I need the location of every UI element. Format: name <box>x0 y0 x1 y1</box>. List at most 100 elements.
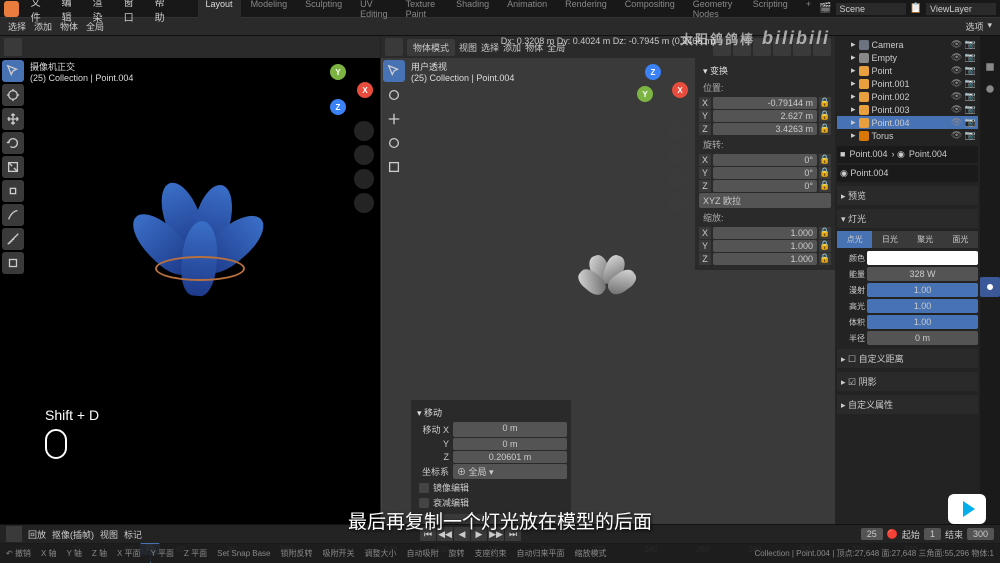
sub-object[interactable]: 物体 <box>60 20 78 33</box>
tab-scripting[interactable]: Scripting <box>745 0 796 21</box>
outliner-item-point002[interactable]: ▸Point.002👁 📷 <box>837 90 978 103</box>
tab-scene-icon[interactable] <box>980 123 1000 143</box>
tool-select-box[interactable] <box>383 60 405 82</box>
tab-physics-icon[interactable] <box>980 233 1000 253</box>
section-custom-dist[interactable]: ▸ ☐ 自定义距离 <box>837 349 978 368</box>
tab-modeling[interactable]: Modeling <box>243 0 296 21</box>
tab-rendering[interactable]: Rendering <box>557 0 615 21</box>
scale-z-field[interactable]: 1.000 <box>713 253 817 265</box>
tool-addcube[interactable] <box>383 252 405 274</box>
move-z-field[interactable]: 0.20601 m <box>453 451 567 463</box>
tool-addcube[interactable] <box>2 252 24 274</box>
outliner-item-torus[interactable]: ▸Torus👁 📷 <box>837 129 978 142</box>
light-type-spot[interactable]: 聚光 <box>908 231 943 248</box>
nav-gizmo-left[interactable]: Y X Z <box>322 64 372 114</box>
scale-x-field[interactable]: 1.000 <box>713 227 817 239</box>
tool-cursor[interactable] <box>383 84 405 106</box>
viewport-left[interactable]: 摄像机正交 (25) Collection | Point.004 Y X Z <box>0 36 380 524</box>
rot-x-field[interactable]: 0° <box>713 154 817 166</box>
tool-transform[interactable] <box>383 180 405 202</box>
persp-ortho-icon[interactable] <box>354 193 374 213</box>
transform-header[interactable]: ▾ 变换 <box>699 62 831 79</box>
loc-x-field[interactable]: -0.79144 m <box>713 97 817 109</box>
menu-help[interactable]: 帮助 <box>149 0 178 26</box>
outliner-item-point003[interactable]: ▸Point.003👁 📷 <box>837 103 978 116</box>
scene-name-input[interactable] <box>836 3 906 15</box>
tab-output-icon[interactable] <box>980 79 1000 99</box>
editor-type-icon[interactable] <box>4 38 22 56</box>
light-type-sun[interactable]: 日光 <box>872 231 907 248</box>
camera-view-icon[interactable] <box>667 169 687 189</box>
sub-add[interactable]: 添加 <box>34 20 52 33</box>
tab-particle-icon[interactable] <box>980 211 1000 231</box>
props-datablock[interactable]: ◉ Point.004 <box>837 165 978 182</box>
viewlayer-name-input[interactable] <box>926 3 996 15</box>
pan-icon[interactable] <box>354 145 374 165</box>
tab-object-icon[interactable] <box>980 167 1000 187</box>
light-type-area[interactable]: 面光 <box>943 231 978 248</box>
tool-annotate[interactable] <box>2 204 24 226</box>
video-play-button[interactable] <box>948 494 986 524</box>
light-radius-field[interactable]: 0 m <box>867 331 978 345</box>
tab-viewlayer-icon[interactable] <box>980 101 1000 121</box>
vp-menu-view[interactable]: 视图 <box>459 41 477 54</box>
section-light[interactable]: ▾ 灯光 <box>837 209 978 228</box>
rot-z-field[interactable]: 0° <box>713 180 817 192</box>
zoom-icon[interactable] <box>354 121 374 141</box>
move-y-field[interactable]: 0 m <box>453 438 567 450</box>
axis-z-icon[interactable]: Z <box>330 99 346 115</box>
camera-view-icon[interactable] <box>354 169 374 189</box>
light-color-swatch[interactable] <box>867 251 978 265</box>
tool-move[interactable] <box>383 108 405 130</box>
sub-global[interactable]: 全局 <box>86 20 104 33</box>
tab-render-icon[interactable] <box>980 57 1000 77</box>
lock-icon[interactable]: 🔒 <box>819 97 831 109</box>
nav-gizmo-right[interactable]: Z X Y <box>637 64 687 114</box>
light-specular-field[interactable]: 1.00 <box>867 299 978 313</box>
tool-rotate[interactable] <box>2 132 24 154</box>
tool-rotate[interactable] <box>383 132 405 154</box>
props-breadcrumb[interactable]: ■ Point.004 › ◉ Point.004 <box>837 146 978 163</box>
vp-menu-select[interactable]: 选择 <box>481 41 499 54</box>
tool-move[interactable] <box>2 108 24 130</box>
visibility-icon[interactable]: 👁 📷 <box>951 39 976 50</box>
axis-x-icon[interactable]: X <box>357 82 373 98</box>
outliner-item-point004[interactable]: ▸Point.004👁 📷 <box>837 116 978 129</box>
axis-x-icon[interactable]: X <box>672 82 688 98</box>
loc-z-field[interactable]: 3.4263 m <box>713 123 817 135</box>
tab-texpaint[interactable]: Texture Paint <box>398 0 446 21</box>
tool-scale[interactable] <box>2 156 24 178</box>
options-dropdown[interactable]: 选项 <box>965 20 983 33</box>
zoom-icon[interactable] <box>667 121 687 141</box>
light-diffuse-field[interactable]: 1.00 <box>867 283 978 297</box>
tool-scale[interactable] <box>383 156 405 178</box>
tab-animation[interactable]: Animation <box>499 0 555 21</box>
move-panel-header[interactable]: ▾ 移动 <box>415 404 567 421</box>
tool-measure[interactable] <box>383 228 405 250</box>
move-x-field[interactable]: 0 m <box>453 422 567 437</box>
mirror-checkbox[interactable]: 镜像编辑 <box>415 480 567 495</box>
outliner-item-point001[interactable]: ▸Point.001👁 📷 <box>837 77 978 90</box>
rot-y-field[interactable]: 0° <box>713 167 817 179</box>
tab-add[interactable]: + <box>798 0 819 21</box>
tool-cursor[interactable] <box>2 84 24 106</box>
axis-z-icon[interactable]: Z <box>645 64 661 80</box>
section-shadow[interactable]: ▸ ☑ 阴影 <box>837 372 978 391</box>
tool-annotate[interactable] <box>383 204 405 226</box>
light-type-point[interactable]: 点光 <box>837 231 872 248</box>
axis-y-icon[interactable]: Y <box>330 64 346 80</box>
tab-geonodes[interactable]: Geometry Nodes <box>685 0 743 21</box>
scale-y-field[interactable]: 1.000 <box>713 240 817 252</box>
outliner-item-point[interactable]: ▸Point👁 📷 <box>837 64 978 77</box>
editor-type-icon[interactable] <box>385 38 403 56</box>
tab-shading[interactable]: Shading <box>448 0 497 21</box>
pan-icon[interactable] <box>667 145 687 165</box>
axis-y-icon[interactable]: Y <box>637 86 653 102</box>
viewport-right[interactable]: 物体模式 视图 选择 添加 物体 全局 Dx: 0.3208 m Dy: 0.4… <box>380 36 835 524</box>
tool-transform[interactable] <box>2 180 24 202</box>
sub-select[interactable]: 选择 <box>8 20 26 33</box>
tab-layout[interactable]: Layout <box>198 0 241 21</box>
orient-select[interactable]: ⊕ 全局 ▾ <box>453 464 567 479</box>
loc-y-field[interactable]: 2.627 m <box>713 110 817 122</box>
mode-selector[interactable]: 物体模式 <box>407 39 455 56</box>
